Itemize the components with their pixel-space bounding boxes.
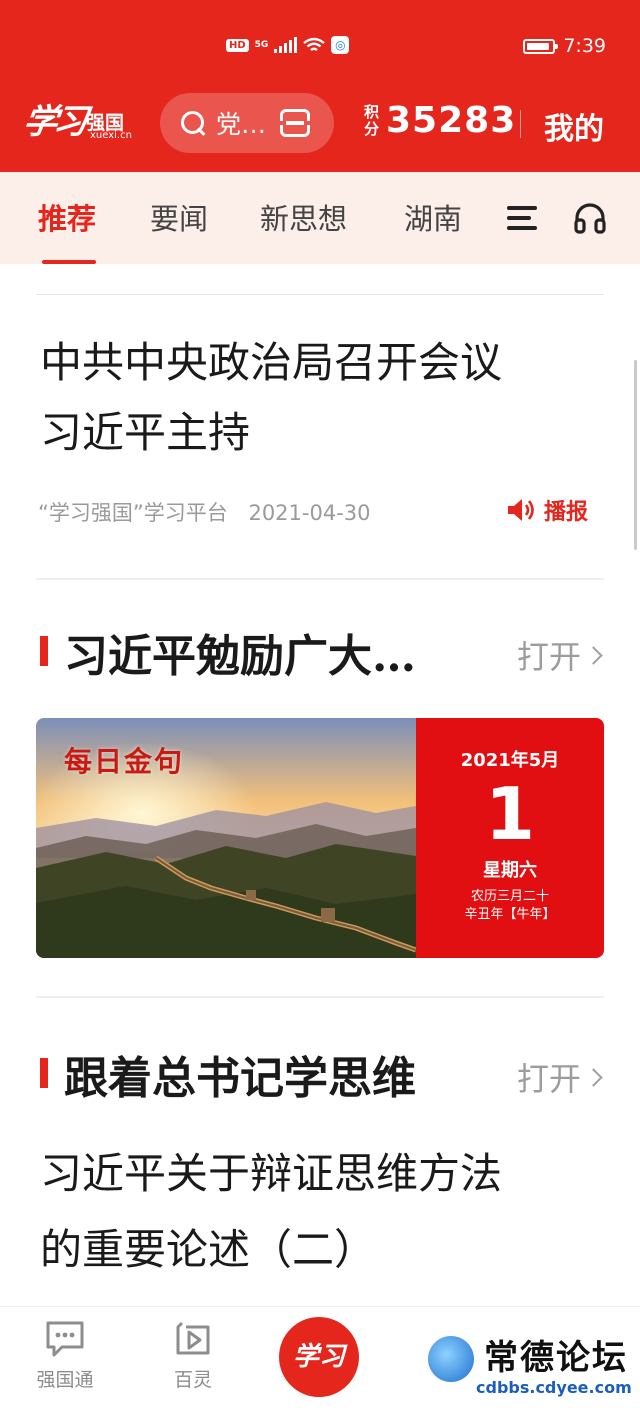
search-hint: 党… [216, 110, 267, 139]
section-title[interactable]: 跟着总书记学思维 [64, 1042, 494, 1106]
article-meta: “学习强国”学习平台 2021-04-30 [38, 497, 371, 527]
headline-line-2: 的重要论述（二） [40, 1225, 377, 1274]
section-marker [40, 636, 48, 666]
nav-item-qiangguotong[interactable]: 强国通 [20, 1319, 110, 1392]
section-marker [40, 1058, 48, 1088]
points-display[interactable]: 积分 35283 [364, 100, 516, 141]
daily-quote-card[interactable]: 每日金句 2021年5月 1 星期六 农历三月二十 辛丑年【牛年】 [36, 718, 604, 958]
headline-line-1: 中共中央政治局召开会议 [40, 338, 503, 387]
calendar-lunar: 农历三月二十 辛丑年【牛年】 [416, 888, 604, 924]
daily-quote-label: 每日金句 [64, 745, 185, 778]
header-divider [520, 110, 521, 138]
article-headline[interactable]: 中共中央政治局召开会议 习近平主持 [40, 328, 600, 468]
search-box[interactable]: 党… [160, 93, 334, 153]
open-label: 打开 [516, 1060, 581, 1098]
scan-icon[interactable] [280, 109, 310, 137]
separator [36, 578, 604, 580]
forum-watermark: 常德论坛 cdbbs.cdyee.com [424, 1330, 638, 1404]
calendar-day: 1 [484, 772, 536, 856]
points-label: 积分 [364, 102, 380, 138]
hd-badge: HD [226, 38, 249, 52]
active-tab-indicator [42, 260, 96, 264]
headline-line-2: 习近平主持 [40, 408, 251, 457]
separator [36, 996, 604, 998]
section-title[interactable]: 习近平勉励广大… [64, 620, 494, 684]
lunar-year: 辛丑年【牛年】 [464, 907, 556, 922]
network-type: 5G [254, 40, 269, 50]
lunar-date: 农历三月二十 [470, 889, 549, 904]
article-date: 2021-04-30 [248, 501, 371, 525]
article-source: “学习强国”学习平台 [38, 501, 228, 525]
study-logo-button[interactable]: 学习 [279, 1317, 359, 1397]
chevron-right-icon [584, 645, 603, 665]
tab-recommend[interactable]: 推荐 [38, 196, 96, 238]
separator [36, 294, 604, 295]
open-label: 打开 [516, 638, 581, 676]
nav-label: 强国通 [36, 1369, 94, 1391]
status-time: 7:39 [563, 35, 606, 57]
calendar-year-month: 2021年5月 [460, 750, 560, 771]
watermark-title: 常德论坛 [484, 1338, 628, 1378]
headline-line-1: 习近平关于辩证思维方法 [40, 1149, 503, 1198]
nav-label: 百灵 [173, 1369, 212, 1391]
logo-url: xuexi.cn [90, 130, 132, 141]
tab-hunan[interactable]: 湖南 [404, 196, 462, 238]
app-notification-icon: ◎ [331, 36, 350, 54]
wifi-icon [303, 37, 326, 51]
speaker-icon [508, 499, 534, 521]
app-logo[interactable]: 学习 强国 xuexi.cn [20, 92, 136, 148]
signal-icon [274, 37, 298, 53]
calendar-panel: 2021年5月 1 星期六 农历三月二十 辛丑年【牛年】 [416, 718, 604, 958]
chat-bubble-icon [46, 1321, 84, 1357]
status-right: 7:39 [523, 35, 606, 57]
status-bar: HD 5G ◎ 7:39 [0, 0, 640, 88]
watermark-logo-icon [428, 1336, 474, 1382]
play-video-icon [176, 1321, 210, 1355]
tab-news[interactable]: 要闻 [150, 196, 208, 238]
watermark-url: cdbbs.cdyee.com [476, 1378, 632, 1397]
scrollbar[interactable] [634, 360, 637, 550]
calendar-weekday: 星期六 [483, 860, 537, 881]
search-icon [180, 110, 206, 136]
broadcast-button[interactable]: 播报 [506, 494, 588, 526]
broadcast-label: 播报 [544, 500, 589, 525]
section-open-button[interactable]: 打开 [516, 1054, 603, 1100]
headphone-icon[interactable] [573, 202, 607, 234]
menu-icon[interactable] [507, 204, 539, 232]
points-value: 35283 [386, 100, 517, 141]
nav-item-bailing[interactable]: 百灵 [148, 1319, 238, 1392]
logo-script: 学习 [20, 102, 87, 142]
section-open-button[interactable]: 打开 [516, 632, 603, 678]
tab-new-thought[interactable]: 新思想 [260, 196, 347, 238]
channel-tabs: 推荐 要闻 新思想 湖南 [0, 172, 640, 264]
status-icons: HD 5G ◎ [226, 36, 350, 54]
battery-icon [523, 38, 559, 54]
app-header: HD 5G ◎ 7:39 学习 强国 xuexi.cn 党… 积分 35283 [0, 0, 640, 172]
mine-button[interactable]: 我的 [544, 104, 604, 148]
article-headline[interactable]: 习近平关于辩证思维方法 的重要论述（二） [40, 1136, 600, 1288]
chevron-right-icon [584, 1067, 603, 1087]
